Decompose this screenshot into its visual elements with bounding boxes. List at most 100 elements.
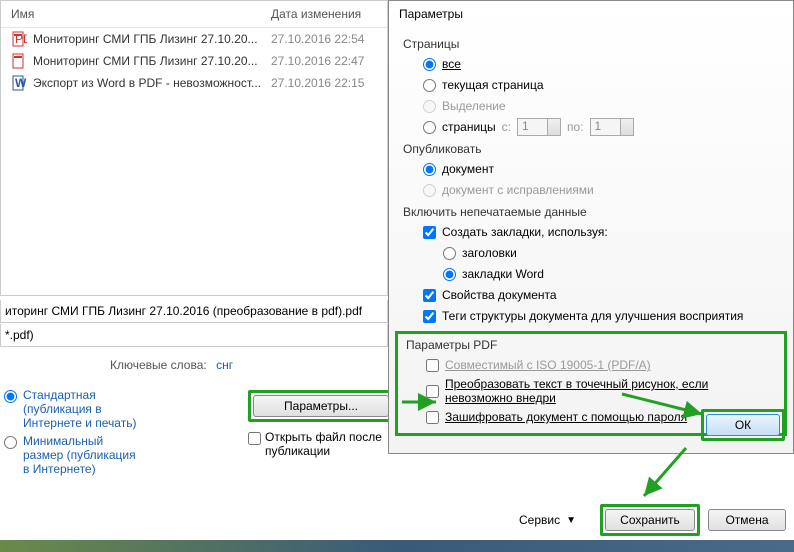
radio-doc-fix-label: документ с исправлениями [442, 183, 594, 197]
svg-text:W: W [15, 76, 27, 90]
cancel-button[interactable]: Отмена [708, 509, 786, 531]
word-icon: W [11, 75, 27, 91]
pages-all[interactable]: все [423, 55, 779, 73]
checkbox-props[interactable] [423, 289, 436, 302]
file-row[interactable]: PDF Мониторинг СМИ ГПБ Лизинг 27.10.20..… [1, 28, 387, 50]
bottom-bar: Сервис ▼ Сохранить Отмена [519, 504, 786, 536]
parameters-highlight: Параметры... [248, 390, 394, 422]
range-to-label: по: [567, 120, 584, 134]
optimize-standard[interactable]: Стандартная (публикация в Интернете и пе… [4, 388, 136, 430]
chevron-down-icon: ▼ [566, 515, 576, 526]
filename-field[interactable]: иторинг СМИ ГПБ Лизинг 27.10.2016 (преоб… [0, 300, 388, 323]
file-date: 27.10.2016 22:54 [271, 32, 364, 46]
column-date[interactable]: Дата изменения [271, 7, 361, 21]
section-pdf-params: Параметры PDF [406, 338, 776, 352]
radio-doc-fix [423, 184, 436, 197]
radio-headings-label: заголовки [462, 246, 517, 260]
file-row[interactable]: W Экспорт из Word в PDF - невозможност..… [1, 72, 387, 94]
file-date: 27.10.2016 22:47 [271, 54, 364, 68]
dialog-title: Параметры [389, 1, 793, 27]
keywords-label: Ключевые слова: [110, 358, 207, 372]
file-list-panel: Имя Дата изменения PDF Мониторинг СМИ ГП… [0, 0, 388, 296]
parameters-button[interactable]: Параметры... [253, 395, 389, 417]
range-from-label: с: [502, 120, 511, 134]
keywords-row: Ключевые слова: снг [110, 358, 233, 372]
radio-word-bm-label: закладки Word [462, 267, 544, 281]
file-name: Мониторинг СМИ ГПБ Лизинг 27.10.20... [33, 32, 271, 46]
radio-headings[interactable] [443, 247, 456, 260]
radio-doc[interactable] [423, 163, 436, 176]
file-row[interactable]: Мониторинг СМИ ГПБ Лизинг 27.10.20... 27… [1, 50, 387, 72]
file-name: Мониторинг СМИ ГПБ Лизинг 27.10.20... [33, 54, 271, 68]
optimize-minimal[interactable]: Минимальный размер (публикация в Интерне… [4, 434, 136, 476]
range-to-spinner[interactable]: 1 [590, 118, 634, 136]
file-rows: PDF Мониторинг СМИ ГПБ Лизинг 27.10.20..… [1, 28, 387, 94]
section-pages: Страницы [403, 37, 779, 51]
file-list-header: Имя Дата изменения [1, 1, 387, 28]
column-name[interactable]: Имя [11, 7, 271, 21]
open-after-label: Открыть файл после публикации [265, 430, 382, 458]
publish-doc[interactable]: документ [423, 160, 779, 178]
pdf-icon [11, 53, 27, 69]
save-button[interactable]: Сохранить [605, 509, 695, 531]
radio-current[interactable] [423, 79, 436, 92]
file-date: 27.10.2016 22:15 [271, 76, 364, 90]
checkbox-props-label: Свойства документа [442, 288, 557, 302]
pages-range-row[interactable]: страницы с: 1 по: 1 [423, 118, 779, 136]
taskbar-edge [0, 540, 794, 552]
check-tags[interactable]: Теги структуры документа для улучшения в… [423, 307, 779, 325]
open-after-row[interactable]: Открыть файл после публикации [248, 430, 394, 458]
keywords-value[interactable]: снг [216, 358, 233, 372]
bookmarks-headings[interactable]: заголовки [443, 244, 779, 262]
radio-selection-label: Выделение [442, 99, 506, 113]
checkbox-tags[interactable] [423, 310, 436, 323]
dialog-body: Страницы все текущая страница Выделение … [389, 27, 793, 446]
check-bookmarks[interactable]: Создать закладки, используя: [423, 223, 779, 241]
pages-selection: Выделение [423, 97, 779, 115]
radio-word-bm[interactable] [443, 268, 456, 281]
ok-button[interactable]: ОК [706, 414, 780, 436]
radio-current-label: текущая страница [442, 78, 544, 92]
filetype-field[interactable]: *.pdf) [0, 324, 388, 347]
checkbox-encrypt[interactable] [426, 411, 439, 424]
open-after-checkbox[interactable] [248, 432, 261, 445]
service-label: Сервис [519, 513, 560, 527]
checkbox-bookmarks-label: Создать закладки, используя: [442, 225, 608, 239]
pages-current[interactable]: текущая страница [423, 76, 779, 94]
radio-range[interactable] [423, 121, 436, 134]
radio-all-label: все [442, 57, 461, 71]
service-dropdown[interactable]: Сервис ▼ [519, 513, 576, 527]
param-area: Параметры... Открыть файл после публикац… [248, 390, 394, 458]
publish-doc-fix: документ с исправлениями [423, 181, 779, 199]
checkbox-iso[interactable] [426, 359, 439, 372]
section-nonprint: Включить непечатаемые данные [403, 205, 779, 219]
file-name: Экспорт из Word в PDF - невозможност... [33, 76, 271, 90]
checkbox-encrypt-label: Зашифровать документ с помощью пароля [445, 410, 687, 424]
range-from-spinner[interactable]: 1 [517, 118, 561, 136]
checkbox-iso-label: Совместимый с ISO 19005-1 (PDF/A) [445, 358, 651, 372]
checkbox-bitmap[interactable] [426, 385, 439, 398]
check-props[interactable]: Свойства документа [423, 286, 779, 304]
parameters-dialog: Параметры Страницы все текущая страница … [388, 0, 794, 454]
ok-highlight: ОК [701, 409, 785, 441]
checkbox-bitmap-label: Преобразовать текст в точечный рисунок, … [445, 377, 776, 405]
check-bitmap[interactable]: Преобразовать текст в точечный рисунок, … [426, 377, 776, 405]
section-publish: Опубликовать [403, 142, 779, 156]
radio-doc-label: документ [442, 162, 494, 176]
save-highlight: Сохранить [600, 504, 700, 536]
svg-text:PDF: PDF [15, 32, 27, 46]
radio-selection [423, 100, 436, 113]
optimize-options: Стандартная (публикация в Интернете и пе… [4, 388, 136, 480]
radio-standard[interactable] [4, 390, 17, 403]
checkbox-bookmarks[interactable] [423, 226, 436, 239]
radio-minimal-label: Минимальный размер (публикация в Интерне… [23, 434, 136, 476]
bookmarks-word[interactable]: закладки Word [443, 265, 779, 283]
radio-standard-label: Стандартная (публикация в Интернете и пе… [23, 388, 136, 430]
radio-all[interactable] [423, 58, 436, 71]
checkbox-tags-label: Теги структуры документа для улучшения в… [442, 309, 743, 323]
dialog-footer: ОК [701, 409, 785, 441]
radio-range-label: страницы [442, 120, 496, 134]
pdf-icon: PDF [11, 31, 27, 47]
radio-minimal[interactable] [4, 436, 17, 449]
check-iso[interactable]: Совместимый с ISO 19005-1 (PDF/A) [426, 356, 776, 374]
